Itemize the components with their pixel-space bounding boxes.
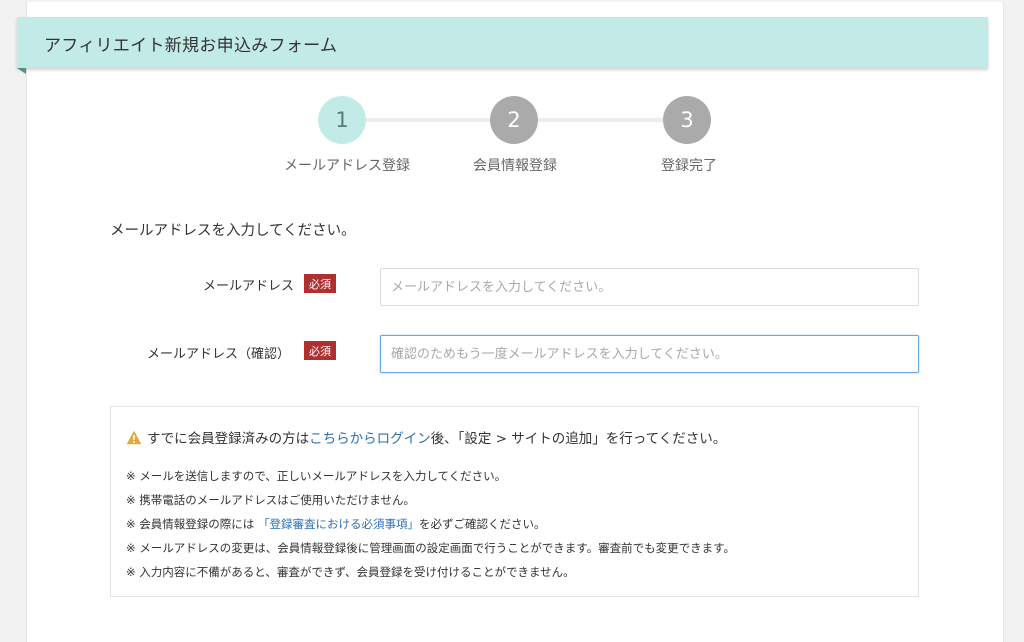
note-3-text: ※ 会員情報登録の際には	[126, 517, 255, 531]
note-1: ※ メールを送信しますので、正しいメールアドレスを入力してください。	[126, 469, 507, 483]
notice-lead: すでに会員登録済みの方は こちらからログイン 後、「設定 > サイトの追加」を行って…	[126, 427, 726, 447]
page-title: アフィリエイト新規お申込みフォーム	[44, 36, 338, 56]
note-4: ※ メールアドレスの変更は、会員情報登録後に管理画面の設定画面で行うことができま…	[126, 541, 735, 555]
notice-lead-text-after: 後、「設定 > サイトの追加」を行ってください。	[430, 431, 727, 447]
note-5: ※ 入力内容に不備があると、審査ができず、会員登録を受け付けることができません。	[126, 565, 575, 579]
email-confirm-label: メールアドレス（確認）	[146, 347, 290, 362]
requirements-link[interactable]: 「登録審査における必須事項」	[258, 517, 419, 531]
notice-box: すでに会員登録済みの方は こちらからログイン 後、「設定 > サイトの追加」を行って…	[110, 406, 919, 597]
step-3-label: 登録完了	[661, 158, 717, 174]
email-input[interactable]	[380, 268, 919, 306]
step-3-circle: 3	[663, 96, 711, 144]
email-confirm-required-badge: 必須	[304, 341, 336, 360]
step-1-circle: 1	[318, 96, 366, 144]
form-instruction: メールアドレスを入力してください。	[110, 223, 356, 239]
note-3-text-after: を必ずご確認ください。	[418, 517, 546, 531]
header-fold	[17, 68, 26, 74]
email-confirm-input[interactable]	[380, 335, 919, 373]
note-2: ※ 携帯電話のメールアドレスはご使用いただけません。	[126, 493, 415, 507]
notice-lead-text: すでに会員登録済みの方は	[147, 431, 310, 447]
step-2-label: 会員情報登録	[473, 158, 557, 174]
note-3: ※ 会員情報登録の際には 「登録審査における必須事項」を必ずご確認ください。	[126, 516, 545, 532]
login-link[interactable]: こちらからログイン	[309, 427, 431, 447]
step-1-label: メールアドレス登録	[284, 158, 410, 174]
warning-icon	[126, 430, 142, 444]
email-label: メールアドレス	[202, 279, 294, 294]
step-2-circle: 2	[490, 96, 538, 144]
email-required-badge: 必須	[304, 274, 336, 293]
